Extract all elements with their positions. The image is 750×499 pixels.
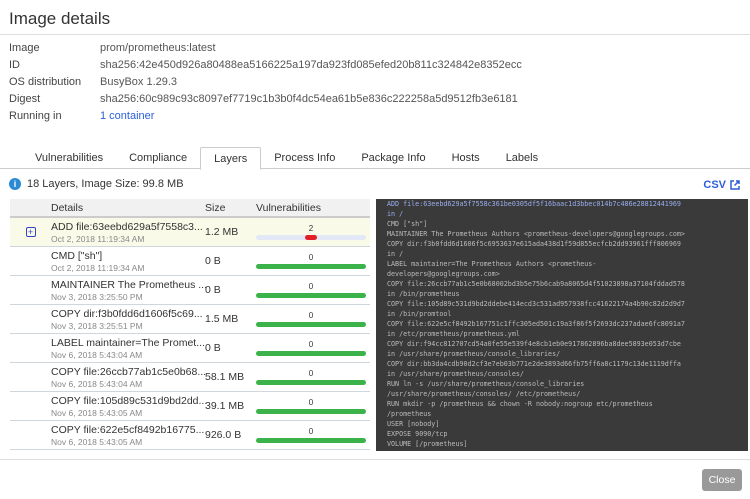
- layer-date: Nov 6, 2018 5:43:04 AM: [51, 378, 143, 389]
- table-header: Details Size Vulnerabilities: [10, 199, 370, 218]
- layer-date: Nov 6, 2018 5:43:05 AM: [51, 436, 143, 447]
- layer-size: 58.1 MB: [205, 371, 245, 383]
- divider: [0, 34, 750, 35]
- tab-package-info[interactable]: Package Info: [348, 147, 438, 168]
- layer-date: Oct 2, 2018 11:19:34 AM: [51, 233, 145, 244]
- table-row[interactable]: LABEL maintainer=The Promet... Nov 6, 201…: [10, 334, 370, 363]
- id-value: sha256:42e450d926a80488ea5166225a197da92…: [100, 59, 522, 71]
- table-row[interactable]: COPY file:105d89c531d9bd2dd... Nov 6, 201…: [10, 392, 370, 421]
- vuln-count: 0: [308, 311, 314, 320]
- vuln-count: 0: [308, 369, 314, 378]
- vuln-count: 0: [308, 340, 314, 349]
- layer-detail: COPY file:105d89c531d9bd2dd...: [51, 394, 208, 407]
- csv-export-button[interactable]: CSV: [703, 179, 740, 191]
- table-row[interactable]: CMD ["sh"] Oct 2, 2018 11:19:34 AM 0 B 0: [10, 247, 370, 276]
- table-row[interactable]: COPY file:26ccb77ab1c5e0b68... Nov 6, 201…: [10, 363, 370, 392]
- vuln-bar: [256, 380, 366, 385]
- table-row[interactable]: + ADD file:63eebd629a5f7558c3... Oct 2, 2…: [10, 218, 370, 247]
- layer-date: Nov 6, 2018 5:43:05 AM: [51, 407, 143, 418]
- expand-icon[interactable]: +: [25, 227, 36, 237]
- image-value: prom/prometheus:latest: [100, 42, 216, 54]
- layer-size: 926.0 B: [205, 429, 242, 441]
- info-label: OS distribution: [9, 76, 82, 88]
- os-value: BusyBox 1.29.3: [100, 76, 178, 88]
- layers-table: Details Size Vulnerabilities + ADD file:…: [10, 199, 370, 450]
- column-details[interactable]: Details: [51, 202, 205, 214]
- digest-value: sha256:60c989c93c8097ef7719c1b3b0f4dc54e…: [100, 93, 518, 105]
- layer-detail: COPY file:26ccb77ab1c5e0b68...: [51, 365, 207, 378]
- info-label: Image: [9, 42, 40, 54]
- table-row[interactable]: MAINTAINER The Prometheus ... Nov 3, 2018…: [10, 276, 370, 305]
- info-label: ID: [9, 59, 20, 71]
- layers-summary: i 18 Layers, Image Size: 99.8 MB: [9, 178, 184, 190]
- tab-bar: Vulnerabilities Compliance Layers Proces…: [0, 147, 750, 170]
- tab-hosts[interactable]: Hosts: [439, 147, 493, 168]
- layer-date: Nov 3, 2018 3:25:50 PM: [51, 291, 143, 302]
- layer-detail: COPY file:622e5cf8492b16775...: [51, 423, 205, 436]
- running-in-link[interactable]: 1 container: [100, 108, 154, 125]
- vuln-count: 0: [308, 427, 314, 436]
- tab-process-info[interactable]: Process Info: [261, 147, 348, 168]
- vuln-count: 0: [308, 253, 314, 262]
- layer-detail: COPY dir:f3b0fdd6d1606f5c69...: [51, 307, 203, 320]
- layer-detail: MAINTAINER The Prometheus ...: [51, 278, 207, 291]
- image-info: Image prom/prometheus:latest ID sha256:42e…: [9, 40, 522, 125]
- footer-divider: [0, 459, 750, 460]
- layer-size: 0 B: [205, 284, 221, 296]
- vuln-count: 0: [308, 398, 314, 407]
- layer-size: 0 B: [205, 342, 221, 354]
- vuln-bar: [256, 438, 366, 443]
- table-row[interactable]: COPY dir:f3b0fdd6d1606f5c69... Nov 3, 201…: [10, 305, 370, 334]
- info-label: Running in: [9, 110, 62, 122]
- info-icon: i: [9, 178, 21, 190]
- vuln-bar: [256, 409, 366, 414]
- vuln-bar: [256, 264, 366, 269]
- column-size[interactable]: Size: [205, 202, 256, 214]
- layer-detail: LABEL maintainer=The Promet...: [51, 336, 205, 349]
- layer-date: Oct 2, 2018 11:19:34 AM: [51, 262, 145, 273]
- vuln-count: 0: [308, 282, 314, 291]
- tab-compliance[interactable]: Compliance: [116, 147, 200, 168]
- layer-size: 39.1 MB: [205, 400, 245, 412]
- table-row[interactable]: COPY file:622e5cf8492b16775... Nov 6, 201…: [10, 421, 370, 450]
- layer-size: 0 B: [205, 255, 221, 267]
- close-button[interactable]: Close: [702, 469, 742, 491]
- vuln-bar: [256, 351, 366, 356]
- layer-detail: ADD file:63eebd629a5f7558c3...: [51, 220, 203, 233]
- vuln-count: 2: [308, 224, 314, 233]
- vuln-bar: [256, 235, 366, 240]
- layer-instructions-panel: ADD file:63eebd629a5f7558c361be0305df5f1…: [376, 199, 748, 451]
- csv-label: CSV: [703, 179, 726, 191]
- instructions-text: CMD ["sh"] MAINTAINER The Prometheus Aut…: [387, 220, 685, 448]
- tab-labels[interactable]: Labels: [493, 147, 551, 168]
- external-link-icon: [730, 180, 740, 190]
- layer-date: Nov 3, 2018 3:25:51 PM: [51, 320, 143, 331]
- vuln-bar: [256, 293, 366, 298]
- vuln-bar: [256, 322, 366, 327]
- layer-detail: CMD ["sh"]: [51, 249, 103, 262]
- info-label: Digest: [9, 93, 41, 105]
- layer-size: 1.2 MB: [205, 226, 239, 238]
- dialog-title: Image details: [9, 9, 111, 28]
- layer-date: Nov 6, 2018 5:43:04 AM: [51, 349, 143, 360]
- critical-segment: [305, 235, 317, 240]
- column-vulnerabilities[interactable]: Vulnerabilities: [256, 202, 366, 214]
- layer-size: 1.5 MB: [205, 313, 239, 325]
- summary-text: 18 Layers, Image Size: 99.8 MB: [27, 178, 184, 190]
- selected-instruction: ADD file:63eebd629a5f7558c361be0305df5f1…: [387, 200, 681, 218]
- tab-vulnerabilities[interactable]: Vulnerabilities: [22, 147, 116, 168]
- tab-layers[interactable]: Layers: [200, 147, 262, 170]
